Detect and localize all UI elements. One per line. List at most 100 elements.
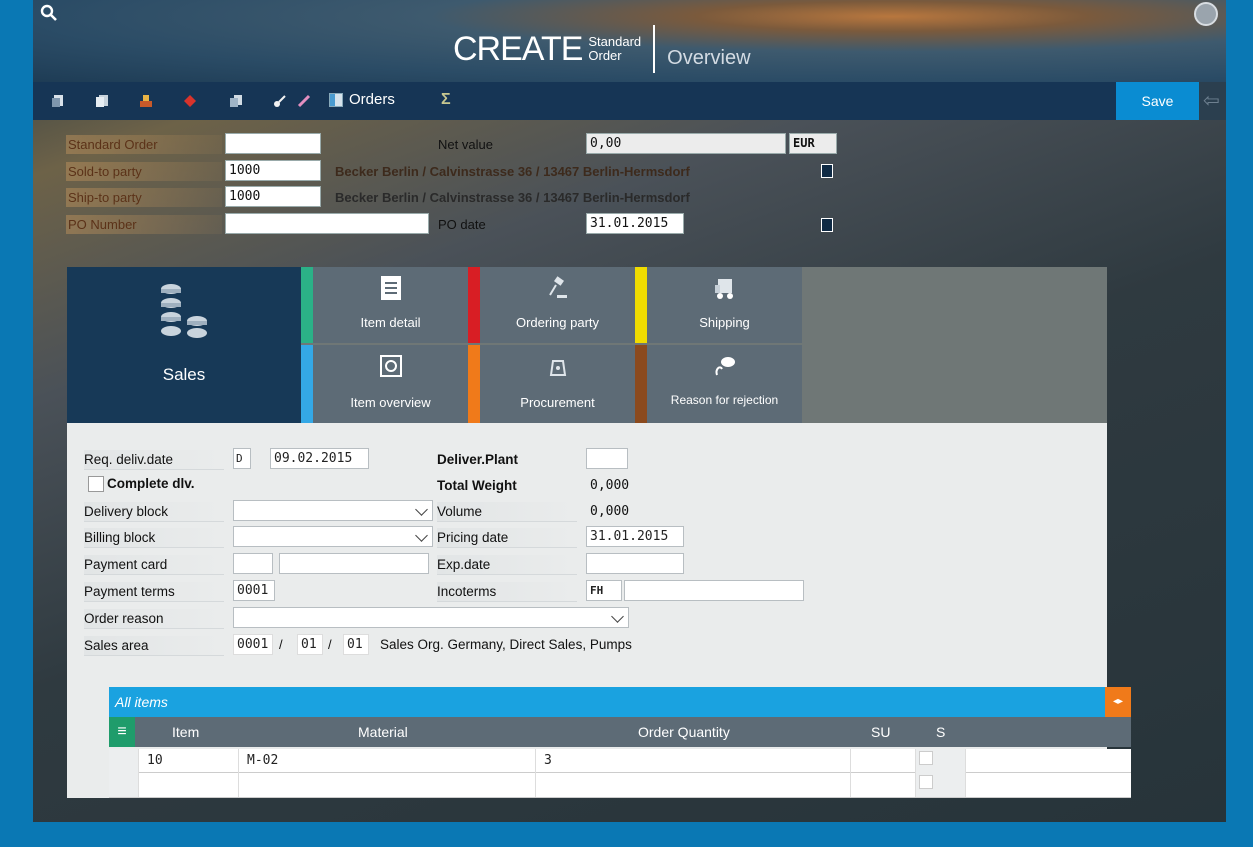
sales-area-separator: / bbox=[328, 637, 332, 652]
req-deliv-date-field[interactable]: 09.02.2015 bbox=[270, 448, 369, 469]
back-arrow-icon[interactable]: ⇦ bbox=[1199, 82, 1226, 120]
order-reason-dropdown[interactable] bbox=[233, 607, 629, 628]
column-su[interactable]: SU bbox=[871, 717, 890, 747]
total-weight-value: 0,000 bbox=[590, 478, 630, 493]
complete-dlv-label: Complete dlv. bbox=[107, 476, 195, 491]
billing-block-dropdown[interactable] bbox=[233, 526, 433, 547]
cell-order-quantity[interactable] bbox=[536, 773, 851, 797]
incoterms-location-field[interactable] bbox=[624, 580, 804, 601]
toolbar: Orders Σ bbox=[33, 82, 1226, 120]
cell-su[interactable] bbox=[851, 749, 916, 773]
payment-card-number-field[interactable] bbox=[279, 553, 429, 574]
row-selector[interactable] bbox=[109, 749, 139, 773]
document-icon[interactable] bbox=[51, 94, 65, 108]
print-icon[interactable] bbox=[139, 94, 153, 108]
currency-field: EUR bbox=[789, 133, 837, 154]
item-detail-icon bbox=[380, 276, 401, 300]
tile-procurement-label: Procurement bbox=[520, 395, 595, 410]
row-selector[interactable] bbox=[109, 773, 139, 797]
expand-arrows-icon[interactable]: ◂▸ bbox=[1105, 687, 1131, 717]
tile-shipping-label: Shipping bbox=[699, 315, 750, 330]
coins-icon bbox=[161, 284, 207, 338]
payment-card-label: Payment card bbox=[84, 555, 224, 575]
sum-button[interactable]: Σ bbox=[441, 91, 451, 109]
exp-date-label: Exp.date bbox=[437, 555, 577, 575]
tile-item-detail-label: Item detail bbox=[360, 315, 421, 330]
tile-item-detail[interactable]: Item detail bbox=[301, 267, 468, 343]
tools-icon[interactable] bbox=[1194, 2, 1218, 26]
sold-to-party-field[interactable]: 1000 bbox=[225, 160, 321, 181]
tile-item-overview-label: Item overview bbox=[350, 395, 431, 410]
column-material[interactable]: Material bbox=[358, 717, 408, 747]
tile-item-overview[interactable]: Item overview bbox=[301, 345, 468, 423]
cell-order-quantity[interactable]: 3 bbox=[536, 749, 851, 773]
column-order-quantity[interactable]: Order Quantity bbox=[638, 717, 730, 747]
tile-shipping[interactable]: Shipping bbox=[635, 267, 802, 343]
volume-label: Volume bbox=[437, 502, 577, 522]
table-row[interactable]: 10 M-02 3 bbox=[109, 749, 1131, 773]
edit-icon[interactable] bbox=[297, 94, 311, 108]
delete-icon[interactable] bbox=[183, 94, 197, 108]
cell-item[interactable] bbox=[139, 773, 239, 797]
table-row[interactable] bbox=[109, 773, 1131, 798]
cell-item[interactable]: 10 bbox=[139, 749, 239, 773]
cell-s bbox=[916, 749, 966, 773]
exp-date-field[interactable] bbox=[586, 553, 684, 574]
menu-icon[interactable]: ≡ bbox=[109, 717, 135, 747]
po-number-field[interactable] bbox=[225, 213, 429, 234]
pricing-date-field[interactable]: 31.01.2015 bbox=[586, 526, 684, 547]
documents-icon[interactable] bbox=[229, 94, 243, 108]
tile-reason-for-rejection-label: Reason for rejection bbox=[670, 393, 779, 407]
title-subtitle-line2: Order bbox=[588, 48, 622, 63]
status-checkbox[interactable] bbox=[919, 751, 933, 765]
key-icon[interactable] bbox=[273, 94, 287, 108]
incoterms-label: Incoterms bbox=[437, 582, 577, 602]
dist-channel-field: 01 bbox=[297, 634, 323, 655]
app-window: CREATE Standard Order Overview Orders Σ … bbox=[33, 0, 1226, 822]
delivery-block-dropdown[interactable] bbox=[233, 500, 433, 521]
ship-to-party-field[interactable]: 1000 bbox=[225, 186, 321, 207]
cell-su[interactable] bbox=[851, 773, 916, 797]
tile-color-bar bbox=[468, 267, 480, 343]
orders-button[interactable]: Orders bbox=[329, 91, 395, 108]
tile-color-bar bbox=[635, 267, 647, 343]
pricing-date-label: Pricing date bbox=[437, 528, 577, 548]
save-button[interactable]: Save bbox=[1116, 82, 1199, 120]
search-icon[interactable] bbox=[39, 3, 61, 23]
column-s[interactable]: S bbox=[936, 717, 945, 747]
tile-color-bar bbox=[468, 345, 480, 423]
po-date-label: PO date bbox=[438, 217, 486, 232]
copy-document-icon[interactable] bbox=[95, 94, 109, 108]
orders-label: Orders bbox=[349, 91, 395, 108]
status-checkbox[interactable] bbox=[919, 775, 933, 789]
deliver-plant-field[interactable] bbox=[586, 448, 628, 469]
procurement-icon bbox=[549, 360, 566, 376]
cell-material[interactable]: M-02 bbox=[239, 749, 536, 773]
tile-sales[interactable]: Sales bbox=[67, 267, 301, 423]
payment-card-type-field[interactable] bbox=[233, 553, 273, 574]
standard-order-label: Standard Order bbox=[66, 135, 222, 154]
sold-to-detail-icon[interactable] bbox=[821, 164, 833, 178]
payment-terms-field[interactable]: 0001 bbox=[233, 580, 275, 601]
tile-ordering-party[interactable]: Ordering party bbox=[468, 267, 635, 343]
tile-sales-label: Sales bbox=[162, 365, 206, 384]
po-date-calendar-icon[interactable] bbox=[821, 218, 833, 232]
standard-order-field[interactable] bbox=[225, 133, 321, 154]
req-deliv-type-field[interactable]: D bbox=[233, 448, 251, 469]
orders-icon bbox=[329, 92, 343, 107]
complete-dlv-checkbox[interactable] bbox=[88, 476, 104, 492]
items-table-title: All items bbox=[109, 687, 1131, 717]
title-divider bbox=[653, 25, 656, 73]
billing-block-label: Billing block bbox=[84, 528, 224, 548]
column-item[interactable]: Item bbox=[172, 717, 199, 747]
volume-value: 0,000 bbox=[590, 504, 630, 519]
tile-procurement[interactable]: Procurement bbox=[468, 345, 635, 423]
po-date-field[interactable]: 31.01.2015 bbox=[586, 213, 684, 234]
cell-material[interactable] bbox=[239, 773, 536, 797]
incoterms-code-field[interactable]: FH bbox=[586, 580, 622, 601]
tile-color-bar bbox=[301, 267, 313, 343]
truck-icon bbox=[714, 279, 733, 299]
tile-reason-for-rejection[interactable]: Reason for rejection bbox=[635, 345, 802, 423]
items-column-header: ≡ Item Material Order Quantity SU S bbox=[109, 717, 1131, 747]
title-view: Overview bbox=[667, 46, 751, 69]
